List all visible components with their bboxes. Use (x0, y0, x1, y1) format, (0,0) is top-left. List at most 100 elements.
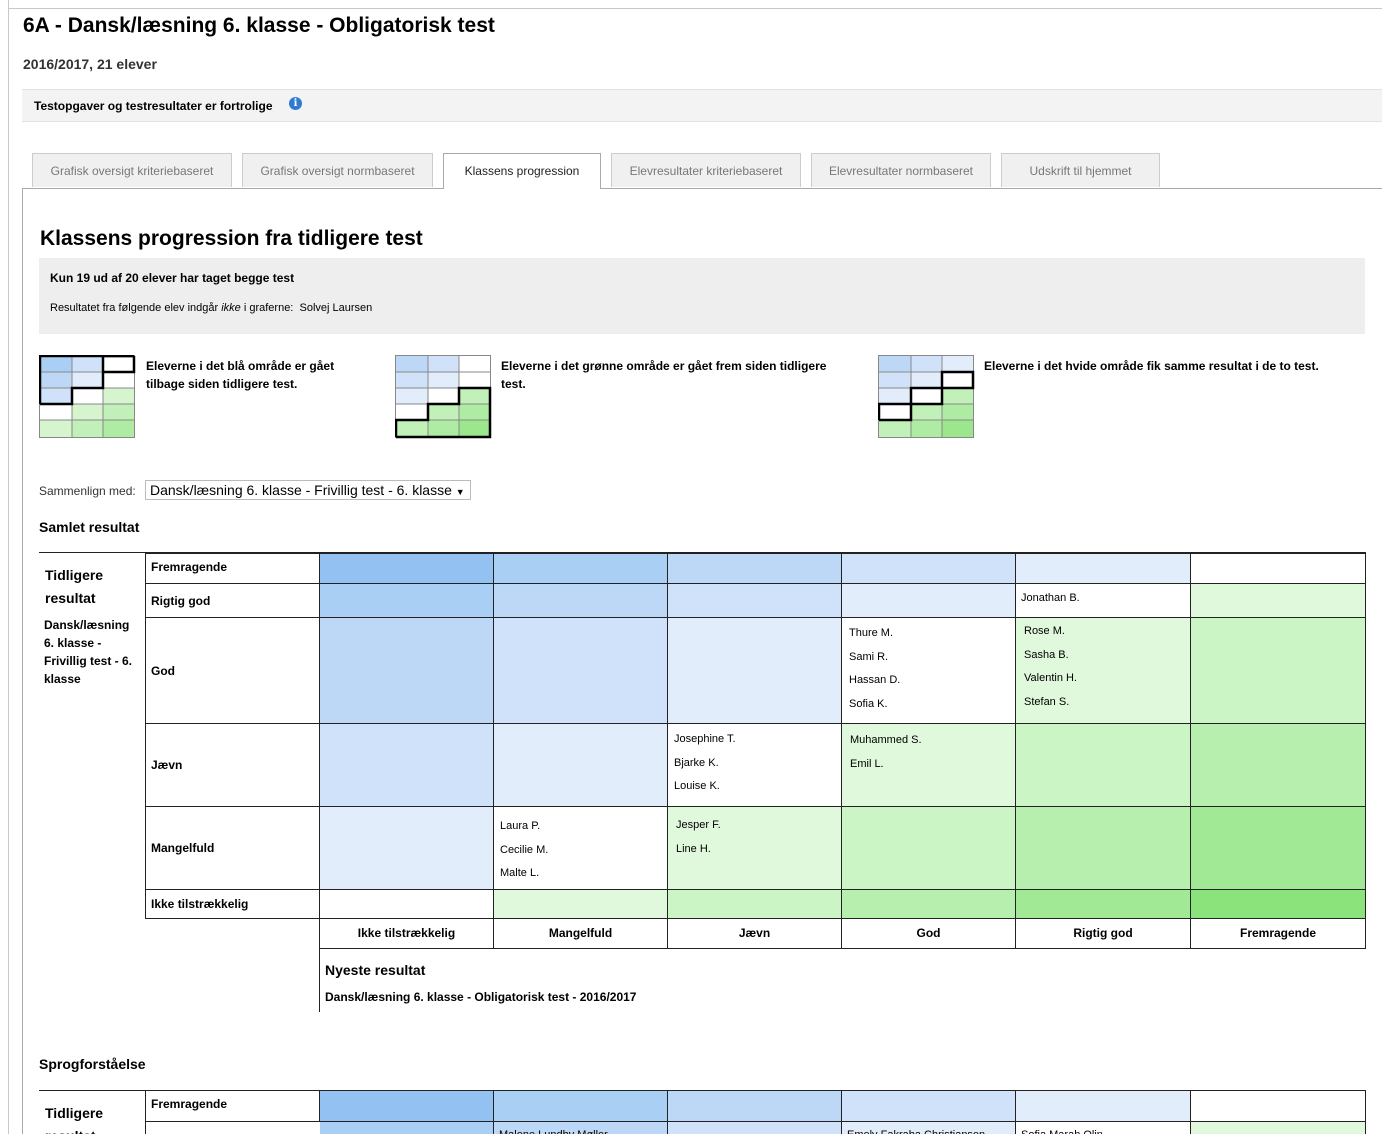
student-list: Thure M. Sami R. Hassan D. Sofia K. (849, 622, 900, 716)
student-name[interactable]: Malte L. (500, 862, 548, 886)
matrix-cell (842, 807, 1016, 890)
matrix-cell (842, 584, 1016, 618)
section-samlet: Samlet resultat (39, 519, 140, 535)
matrix-cell (842, 1091, 1016, 1122)
notice-heading: Kun 19 ud af 20 elever har taget begge t… (50, 271, 295, 285)
col-label-rigtig-god: Rigtig god (1016, 918, 1191, 949)
student-list: Jesper F. Line H. (676, 814, 721, 861)
matrix-cell (842, 890, 1016, 919)
excluded-student: Solvej Laursen (299, 302, 373, 314)
info-icon[interactable]: i (289, 97, 302, 110)
student-name[interactable]: Line H. (676, 838, 721, 862)
matrix-cell (1191, 807, 1366, 890)
student-name[interactable]: Louise K. (674, 775, 736, 799)
student-name[interactable]: Jesper F. (676, 814, 721, 838)
page-frame (8, 0, 9, 1146)
tab-udskrift[interactable]: Udskrift til hjemmet (1001, 153, 1160, 187)
matrix-cell (494, 724, 668, 807)
col-label-fremragende: Fremragende (1191, 918, 1366, 949)
matrix-cell (668, 1091, 842, 1122)
student-name[interactable]: Muhammed S. (850, 729, 922, 753)
matrix-cell (842, 553, 1016, 584)
matrix-cell (1191, 584, 1366, 618)
tab-elev-norm[interactable]: Elevresultater normbaseret (811, 153, 991, 187)
x-axis-title: Nyeste resultat (325, 962, 426, 978)
tab-panel-border-left (22, 188, 23, 1146)
matrix-cell (668, 618, 842, 724)
student-name[interactable]: Emil L. (850, 753, 922, 777)
matrix-cell (494, 553, 668, 584)
student-name[interactable]: Cecilie M. (500, 839, 548, 863)
matrix-cell (320, 584, 494, 618)
tab-klassens-progression[interactable]: Klassens progression (443, 153, 601, 189)
page-title: 6A - Dansk/læsning 6. klasse - Obligator… (23, 14, 495, 37)
legend-blue-icon (39, 355, 136, 438)
notice-box: Kun 19 ud af 20 elever har taget begge t… (39, 258, 1365, 334)
matrix-cell (1191, 553, 1366, 584)
matrix-cell (494, 890, 668, 919)
legend-white-icon (878, 355, 975, 438)
col-label-jaevn: Jævn (668, 918, 842, 949)
row-label-mangelfuld: Mangelfuld (145, 807, 320, 890)
matrix-cell (320, 807, 494, 890)
student-name[interactable]: Josephine T. (674, 728, 736, 752)
student-name[interactable]: Rose M. (1024, 620, 1077, 644)
compare-row: Sammenlign med: Dansk/læsning 6. klasse … (39, 480, 471, 500)
notice-text: Resultatet fra følgende elev indgår ikke… (50, 302, 373, 314)
page-subtitle: 2016/2017, 21 elever (23, 56, 157, 72)
row-label-fremragende: Fremragende (145, 1091, 320, 1122)
matrix-cell (320, 890, 494, 919)
matrix-cell (494, 584, 668, 618)
tab-elev-kriterie[interactable]: Elevresultater kriteriebaseret (611, 153, 801, 187)
section-title: Klassens progression fra tidligere test (40, 227, 423, 250)
compare-select[interactable]: Dansk/læsning 6. klasse - Frivillig test… (145, 480, 471, 500)
student-name[interactable]: Valentin H. (1024, 667, 1077, 691)
matrix-cell (1191, 618, 1366, 724)
student-name[interactable]: Thure M. (849, 622, 900, 646)
matrix-cell (320, 724, 494, 807)
legend-green-text: Eleverne i det grønne område er gået fre… (501, 359, 827, 391)
matrix-cell (320, 1091, 494, 1122)
matrix-cell (1016, 807, 1191, 890)
student-name[interactable]: Bjarke K. (674, 752, 736, 776)
row-label-fremragende: Fremragende (145, 553, 320, 584)
student-name[interactable]: Jonathan B. (1021, 587, 1080, 611)
matrix-cell (1191, 890, 1366, 919)
legend-white-text: Eleverne i det hvide område fik samme re… (984, 359, 1319, 373)
matrix-cell (668, 584, 842, 618)
legend-green-icon (395, 355, 492, 439)
matrix-cell (320, 618, 494, 724)
student-list: Rose M. Sasha B. Valentin H. Stefan S. (1024, 620, 1077, 714)
student-name[interactable]: Sofia K. (849, 693, 900, 717)
matrix-cell (494, 618, 668, 724)
compare-label: Sammenlign med: (39, 484, 136, 498)
legend-blue-text: Eleverne i det blå område er gået tilbag… (146, 359, 335, 391)
student-name[interactable]: Sami R. (849, 646, 900, 670)
student-name[interactable]: Laura P. (500, 815, 548, 839)
page-frame-top (8, 8, 1382, 9)
matrix-cell (1016, 724, 1191, 807)
student-name[interactable]: Hassan D. (849, 669, 900, 693)
confidential-label: Testopgaver og testresultater er fortrol… (34, 99, 273, 113)
matrix-cell (494, 1091, 668, 1122)
tab-grafisk-norm[interactable]: Grafisk oversigt normbaseret (242, 153, 433, 187)
student-name[interactable]: Sasha B. (1024, 644, 1077, 668)
col-label-mangelfuld: Mangelfuld (494, 918, 668, 949)
section-sprogforstaaelse: Sprogforståelse (39, 1056, 146, 1072)
tab-grafisk-kriterie[interactable]: Grafisk oversigt kriteriebaseret (32, 153, 232, 187)
student-list: Jonathan B. (1021, 587, 1080, 611)
tab-panel-border (22, 188, 1382, 189)
matrix-cell (1016, 553, 1191, 584)
row-label-ikke-tilstraekkelig: Ikke tilstrækkelig (145, 890, 320, 919)
matrix-cell (1016, 1091, 1191, 1122)
matrix-cell (1191, 1091, 1366, 1122)
col-label-god: God (842, 918, 1016, 949)
matrix-cell (320, 553, 494, 584)
matrix-cell (1016, 890, 1191, 919)
row-label-rigtig-god: Rigtig god (145, 584, 320, 618)
row-label-jaevn: Jævn (145, 724, 320, 807)
matrix-cell (668, 890, 842, 919)
y-axis-title: Tidligereresultat (45, 567, 104, 606)
student-name[interactable]: Stefan S. (1024, 691, 1077, 715)
col-label-ikke-tilstraekkelig: Ikke tilstrækkelig (320, 918, 494, 949)
